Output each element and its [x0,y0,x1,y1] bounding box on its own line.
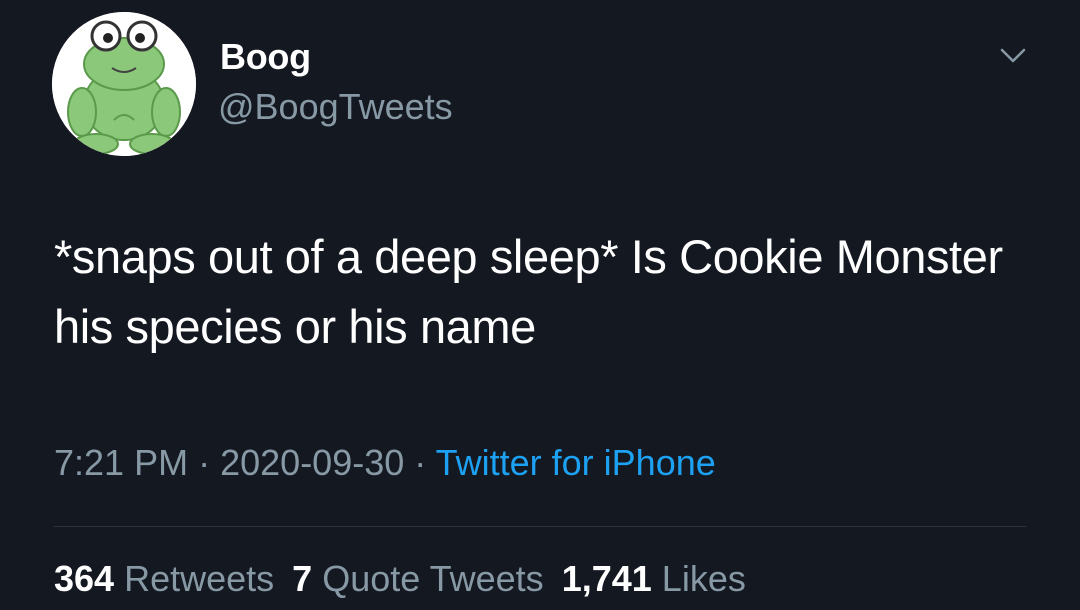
tweet-card: Boog @BoogTweets *snaps out of a deep sl… [0,0,1080,610]
user-handle[interactable]: @BoogTweets [218,86,453,128]
meta-separator: · [198,442,211,483]
tweet-source-link[interactable]: Twitter for iPhone [436,442,716,483]
frog-avatar-icon [52,12,196,156]
tweet-text: *snaps out of a deep sleep* Is Cookie Mo… [54,230,1003,353]
quote-tweets-stat[interactable]: 7 Quote Tweets [292,558,544,599]
quote-tweets-label: Quote Tweets [322,558,544,599]
tweet-stats: 364 Retweets 7 Quote Tweets 1,741 Likes [54,558,746,600]
tweet-date[interactable]: 2020-09-30 [220,442,404,483]
retweets-label: Retweets [124,558,275,599]
likes-count: 1,741 [561,558,652,599]
likes-stat[interactable]: 1,741 Likes [562,558,746,599]
tweet-meta: 7:21 PM · 2020-09-30 · Twitter for iPhon… [54,442,716,484]
avatar[interactable] [52,12,196,156]
chevron-down-icon [1000,48,1026,63]
meta-separator: · [414,442,427,483]
retweets-stat[interactable]: 364 Retweets [54,558,274,599]
likes-label: Likes [661,558,746,599]
display-name[interactable]: Boog [220,36,311,78]
tweet-time[interactable]: 7:21 PM [54,442,188,483]
quote-tweets-count: 7 [292,558,313,599]
tweet-menu-button[interactable] [998,40,1028,70]
retweets-count: 364 [54,558,115,599]
divider [54,526,1026,527]
